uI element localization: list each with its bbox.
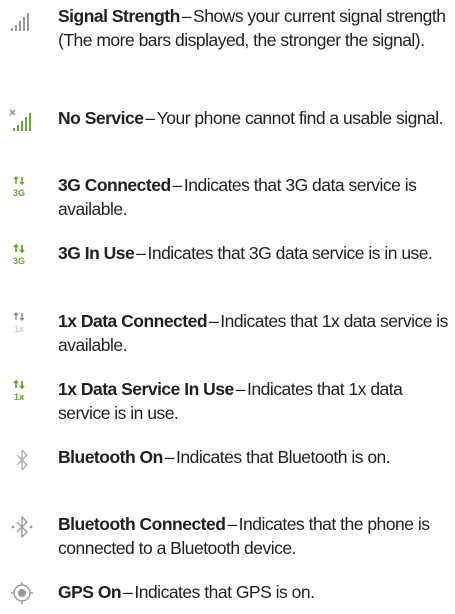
entry-term: 1x Data Connected — [58, 311, 208, 331]
bluetooth-connected-icon — [8, 514, 38, 540]
bluetooth-on-icon — [8, 447, 38, 473]
entry-term: 1x Data Service In Use — [58, 379, 234, 399]
entry-separator: – — [227, 514, 237, 534]
signal-strength-icon — [8, 8, 38, 34]
entry-text: 1x Data Connected – Indicates that 1x data… — [58, 309, 448, 357]
entry-term: No Service — [58, 108, 144, 128]
entry-text: GPS On – Indicates that GPS is on. — [58, 580, 448, 604]
1x-data-in-use-icon: 1x — [8, 379, 38, 405]
entry-text: Signal Strength – Shows your current signa… — [58, 4, 448, 52]
gps-on-icon — [8, 580, 38, 606]
entry-separator: – — [136, 243, 146, 263]
entry-term: Bluetooth Connected — [58, 514, 226, 534]
entry-term: GPS On — [58, 582, 122, 602]
no-service-icon — [8, 108, 38, 134]
entry-term: Signal Strength — [58, 6, 180, 26]
entry-description: Indicates that 3G data service is in use… — [147, 243, 433, 263]
entry-text: 1x Data Service In Use – Indicates that 1x… — [58, 377, 448, 425]
entry-description: Indicates that GPS is on. — [134, 582, 315, 602]
entry-separator: – — [164, 447, 175, 467]
3g-connected-icon: 3G — [8, 175, 38, 201]
1x-data-connected-icon: 1x — [8, 311, 38, 337]
entry-separator: – — [235, 379, 246, 399]
svg-text:3G: 3G — [13, 188, 25, 198]
svg-text:1x: 1x — [14, 324, 24, 334]
entry-separator: – — [209, 311, 219, 331]
svg-text:1x: 1x — [14, 392, 24, 402]
svg-text:3G: 3G — [13, 256, 25, 266]
3g-in-use-icon: 3G — [8, 243, 38, 269]
entry-separator: – — [181, 6, 192, 26]
entry-term: 3G Connected — [58, 175, 171, 195]
entry-text: Bluetooth On – Indicates that Bluetooth is… — [58, 445, 448, 469]
entry-separator: – — [145, 108, 155, 128]
entry-text: 3G Connected – Indicates that 3G data serv… — [58, 173, 448, 221]
entry-description: Your phone cannot find a usable signal. — [156, 108, 444, 128]
entry-text: 3G In Use – Indicates that 3G data service… — [58, 241, 448, 265]
entry-term: Bluetooth On — [58, 447, 163, 467]
entry-separator: – — [172, 175, 183, 195]
entry-separator: – — [123, 582, 133, 602]
entry-text: Bluetooth Connected – Indicates that the p… — [58, 512, 448, 560]
entry-description: Indicates that Bluetooth is on. — [176, 447, 391, 467]
entry-term: 3G In Use — [58, 243, 135, 263]
entry-text: No Service – Your phone cannot find a usab… — [58, 106, 448, 130]
